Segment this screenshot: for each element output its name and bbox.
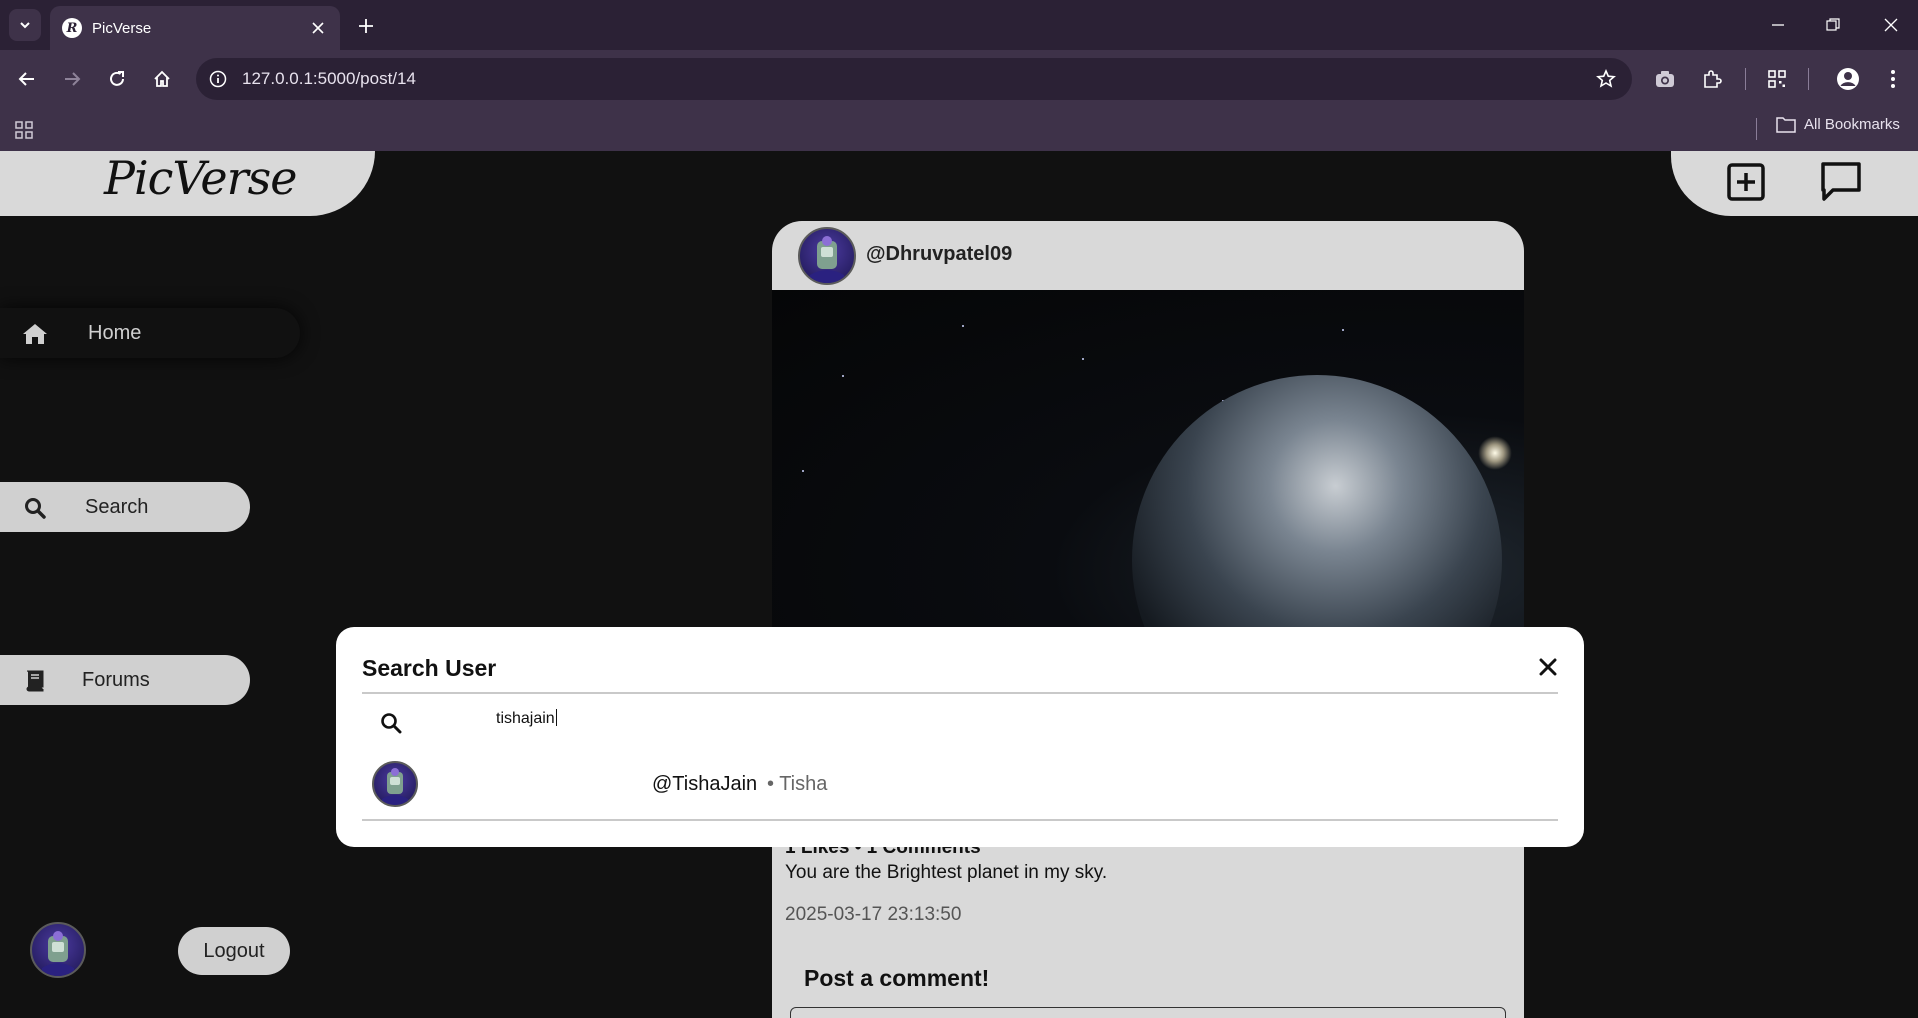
minimize-icon[interactable]	[1765, 12, 1791, 38]
bookmark-star-icon[interactable]	[1594, 67, 1618, 91]
search-icon	[378, 710, 404, 736]
user-avatar[interactable]	[30, 922, 86, 978]
home-icon[interactable]	[147, 64, 177, 94]
site-info-icon[interactable]	[206, 67, 230, 91]
search-user-modal: Search User tishajain @TishaJain • Tisha	[336, 627, 1584, 847]
logout-button[interactable]: Logout	[178, 927, 290, 975]
close-tab-icon[interactable]	[308, 18, 328, 38]
browser-tab[interactable]: R PicVerse	[50, 6, 340, 50]
forward-arrow-icon[interactable]	[57, 64, 87, 94]
post-author-avatar[interactable]	[798, 227, 856, 285]
search-query-text: tishajain	[496, 710, 555, 727]
result-avatar	[372, 761, 418, 807]
sidebar-item-search[interactable]: Search	[0, 482, 250, 532]
picverse-favicon-icon: R	[62, 18, 82, 38]
sidebar-item-label: Home	[88, 321, 142, 344]
bookmarks-bar: All Bookmarks	[0, 108, 1918, 151]
sidebar-item-label: Search	[85, 495, 149, 518]
top-actions-bar	[1671, 151, 1918, 216]
text-caret	[555, 709, 557, 726]
profile-icon[interactable]	[1833, 64, 1863, 94]
post-author-username[interactable]: @Dhruvpatel09	[866, 243, 1012, 266]
post-caption: You are the Brightest planet in my sky.	[785, 862, 1108, 883]
plus-square-icon	[1727, 163, 1765, 201]
all-bookmarks-label: All Bookmarks	[1804, 116, 1900, 133]
tab-title: PicVerse	[92, 19, 152, 37]
back-arrow-icon[interactable]	[12, 64, 42, 94]
new-tab-icon[interactable]	[353, 13, 379, 39]
search-result-item[interactable]: @TishaJain • Tisha	[362, 757, 1558, 817]
close-window-icon[interactable]	[1878, 12, 1904, 38]
comment-section-title: Post a comment!	[804, 965, 990, 991]
sidebar-item-home[interactable]: Home	[0, 308, 300, 358]
extensions-puzzle-icon[interactable]	[1697, 64, 1727, 94]
url-text: 127.0.0.1:5000/post/14	[242, 69, 416, 88]
messages-button[interactable]	[1818, 159, 1864, 205]
camera-extension-icon[interactable]	[1650, 64, 1680, 94]
modal-title: Search User	[362, 655, 497, 681]
sidebar-item-forums[interactable]: Forums	[0, 655, 250, 705]
modal-divider	[362, 692, 1558, 694]
post-date: 2025-03-17 23:13:50	[785, 904, 962, 925]
post-header: @Dhruvpatel09	[772, 221, 1524, 290]
sidebar-item-label: Forums	[82, 668, 150, 691]
sun-glow-shape	[1478, 436, 1512, 470]
apps-grid-icon[interactable]	[12, 118, 36, 142]
comment-input[interactable]	[790, 1007, 1506, 1018]
all-bookmarks-button[interactable]: All Bookmarks	[1776, 116, 1900, 133]
close-icon[interactable]	[1534, 653, 1562, 681]
toolbar-separator	[1745, 68, 1746, 90]
result-display-name: • Tisha	[767, 773, 828, 795]
modal-divider	[362, 819, 1558, 821]
app-logo[interactable]: PicVerse	[104, 151, 297, 205]
tab-search-button[interactable]	[9, 9, 41, 41]
browser-toolbar: 127.0.0.1:5000/post/14	[0, 50, 1918, 108]
result-handle: @TishaJain	[652, 773, 758, 795]
folder-icon	[1776, 117, 1796, 133]
bookmarks-separator	[1756, 118, 1757, 140]
reload-icon[interactable]	[102, 64, 132, 94]
create-post-button[interactable]	[1723, 159, 1769, 205]
logo-header: PicVerse	[0, 151, 375, 216]
address-bar[interactable]: 127.0.0.1:5000/post/14	[196, 58, 1632, 100]
chat-bubble-icon	[1821, 162, 1861, 201]
picverse-page: PicVerse Home Search Forums Logout @Dhru…	[0, 151, 1918, 1018]
chevron-down-icon	[20, 22, 30, 29]
post-card: @Dhruvpatel09 1 Likes • 1 Comments You a…	[772, 221, 1524, 1018]
qr-code-icon[interactable]	[1762, 64, 1792, 94]
book-icon	[22, 668, 48, 694]
browser-menu-icon[interactable]	[1878, 64, 1908, 94]
restore-icon[interactable]	[1820, 12, 1846, 38]
home-icon	[22, 321, 48, 347]
browser-tab-strip: R PicVerse	[0, 0, 1918, 50]
search-user-input[interactable]: tishajain	[496, 709, 1396, 739]
search-icon	[22, 495, 48, 521]
toolbar-separator	[1808, 68, 1809, 90]
